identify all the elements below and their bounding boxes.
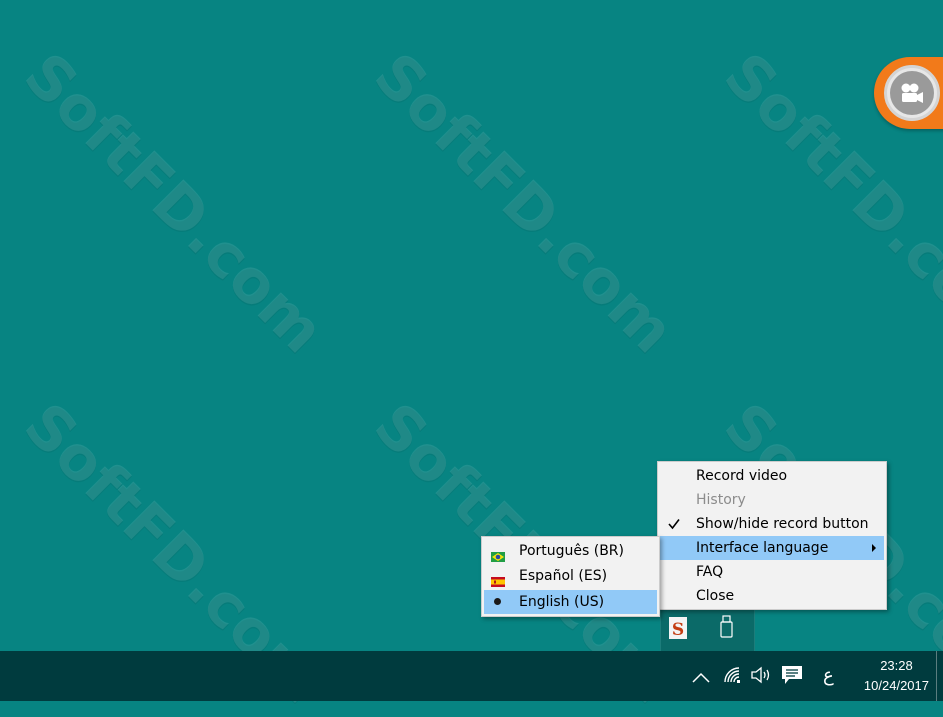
menu-item-label: FAQ <box>696 564 724 580</box>
record-button[interactable] <box>884 65 940 121</box>
taskbar: ع 23:28 10/24/2017 <box>0 651 943 701</box>
menu-item-interface-language[interactable]: Interface language <box>660 536 884 560</box>
floating-record-button[interactable] <box>874 57 943 129</box>
menu-item-spanish[interactable]: Español (ES) <box>484 564 657 588</box>
brazil-flag-icon <box>491 546 505 562</box>
menu-item-close[interactable]: Close <box>660 584 884 608</box>
chevron-up-icon[interactable] <box>692 669 710 688</box>
wifi-icon[interactable] <box>723 666 743 688</box>
clock-date: 10/24/2017 <box>863 678 929 693</box>
menu-item-label: History <box>696 492 746 508</box>
menu-item-label: Português (BR) <box>519 543 624 559</box>
watermark-text: SoftFD.com <box>360 40 688 367</box>
menu-item-show-hide-record-button[interactable]: Show/hide record button <box>660 512 884 536</box>
menu-item-label: Interface language <box>696 540 829 556</box>
language-submenu: Português (BR) Español (ES) English (US) <box>481 536 660 617</box>
input-language-indicator[interactable]: ع <box>823 665 834 686</box>
volume-icon[interactable] <box>751 666 773 688</box>
app-tray-icon[interactable]: S <box>669 617 687 640</box>
svg-text:S: S <box>672 620 684 639</box>
menu-item-label: Español (ES) <box>519 568 608 584</box>
menu-item-record-video[interactable]: Record video <box>660 464 884 488</box>
notification-icon[interactable] <box>781 665 803 689</box>
tray-context-menu: Record video History Show/hide record bu… <box>657 461 887 610</box>
menu-item-faq[interactable]: FAQ <box>660 560 884 584</box>
submenu-arrow-icon <box>872 544 876 552</box>
menu-item-label: Show/hide record button <box>696 516 869 532</box>
watermark-text: SoftFD.com <box>10 40 338 367</box>
menu-item-english[interactable]: English (US) <box>484 590 657 614</box>
spain-flag-icon <box>491 571 505 587</box>
checkmark-icon <box>668 512 680 538</box>
clock-time: 23:28 <box>880 658 913 673</box>
menu-item-history: History <box>660 488 884 512</box>
menu-item-label: English (US) <box>519 594 605 610</box>
usb-drive-icon[interactable] <box>719 615 735 639</box>
video-camera-icon <box>890 71 934 115</box>
show-desktop-button[interactable] <box>936 651 943 701</box>
system-clock[interactable]: 23:28 10/24/2017 <box>864 656 929 696</box>
tray-overflow-popup: S <box>660 608 755 652</box>
radio-bullet-icon <box>494 598 501 605</box>
menu-item-label: Close <box>696 588 735 604</box>
menu-item-portuguese[interactable]: Português (BR) <box>484 539 657 563</box>
menu-item-label: Record video <box>696 468 788 484</box>
